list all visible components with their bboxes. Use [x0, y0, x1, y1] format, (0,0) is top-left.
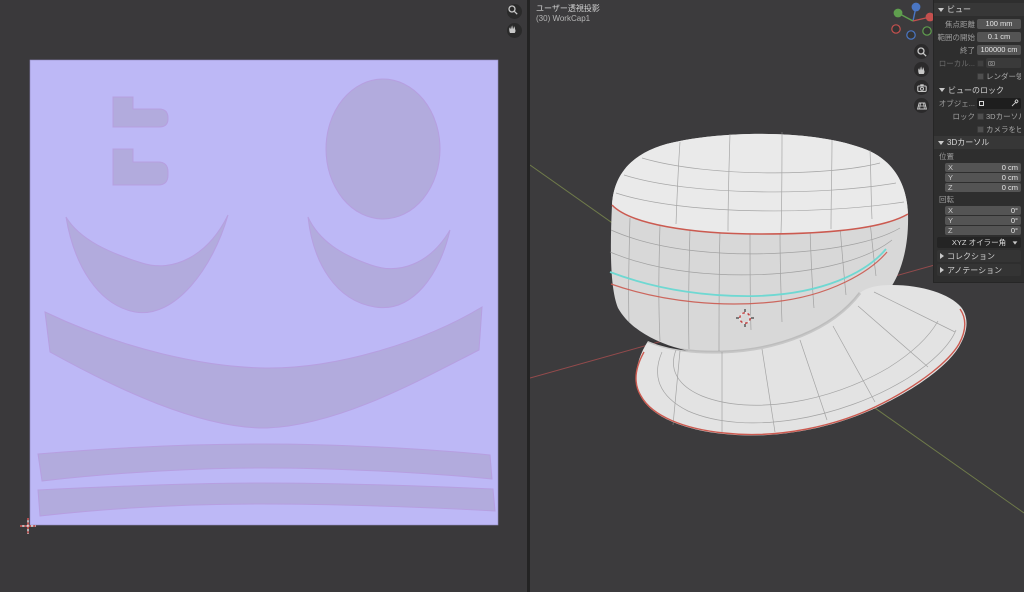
render-region-label: レンダー領域 — [986, 71, 1021, 82]
perspective-grid-icon[interactable] — [914, 98, 929, 113]
cap-model[interactable] — [610, 132, 967, 436]
chevron-down-icon — [1013, 241, 1018, 244]
clip-end-field[interactable]: 100000 cm — [977, 45, 1021, 55]
lock-label: ロック — [937, 111, 975, 122]
gizmo-z-axis[interactable] — [912, 3, 921, 12]
camera-to-view-label: カメラをビ... — [986, 124, 1021, 135]
rotation-order-dropdown[interactable]: XYZ オイラー角 — [937, 237, 1021, 248]
cursor-rotation-y[interactable]: Y0° — [945, 216, 1021, 225]
local-camera-label: ローカル... — [937, 58, 975, 69]
gizmo-y-neg[interactable] — [923, 27, 931, 35]
sidebar-panel: ビュー 焦点距離 100 mm 範囲の開始 0.1 cm 終了 100000 c… — [933, 0, 1024, 283]
view-lock-label: ビューのロック — [948, 85, 1004, 96]
location-label: 位置 — [939, 151, 1021, 162]
local-camera-row: ローカル... — [937, 57, 1021, 69]
render-region-row: レンダー領域 — [937, 70, 1021, 82]
uv-canvas[interactable] — [0, 0, 527, 592]
gizmo-z-neg[interactable] — [907, 31, 915, 39]
eyedropper-icon[interactable] — [1011, 99, 1019, 107]
cap-crown-top — [612, 134, 908, 234]
view-section-label: ビュー — [947, 4, 971, 15]
lock-object-label: オブジェ... — [937, 98, 975, 109]
clip-end-label: 終了 — [937, 45, 975, 56]
caret-right-icon — [940, 267, 944, 273]
uv-island-crown-top[interactable] — [326, 79, 440, 219]
camera-to-view-row: カメラをビ... — [937, 123, 1021, 135]
uv-editor[interactable] — [0, 0, 527, 592]
local-camera-checkbox[interactable] — [977, 60, 984, 67]
lock-object-row: オブジェ... — [937, 97, 1021, 109]
render-region-checkbox[interactable] — [977, 73, 984, 80]
zoom-icon[interactable] — [914, 44, 929, 59]
focal-length-row: 焦点距離 100 mm — [937, 18, 1021, 30]
clip-end-row: 終了 100000 cm — [937, 44, 1021, 56]
cursor-location-y[interactable]: Y0 cm — [945, 173, 1021, 182]
local-camera-field[interactable] — [986, 58, 1021, 68]
cursor-location-group: X0 cm Y0 cm Z0 cm — [945, 163, 1021, 192]
rotation-label: 回転 — [939, 194, 1021, 205]
panel-section-3d-cursor[interactable]: 3Dカーソル — [934, 136, 1024, 149]
clip-start-label: 範囲の開始 — [937, 32, 975, 43]
lock-object-field[interactable] — [977, 98, 1021, 109]
panel-section-collections[interactable]: コレクション — [937, 250, 1021, 262]
cursor-rotation-group: X0° Y0° Z0° — [945, 206, 1021, 235]
cursor-rotation-z[interactable]: Z0° — [945, 226, 1021, 235]
caret-down-icon — [938, 8, 944, 12]
annotations-label: アノテーション — [947, 265, 1002, 276]
camera-to-view-checkbox[interactable] — [977, 126, 984, 133]
camera-icon — [988, 60, 995, 66]
gizmo-y-axis[interactable] — [894, 9, 903, 18]
clip-start-field[interactable]: 0.1 cm — [977, 32, 1021, 42]
caret-right-icon — [940, 253, 944, 259]
lock-3d-cursor-row: ロック 3Dカーソル... — [937, 110, 1021, 122]
rotation-order-value: XYZ オイラー角 — [952, 237, 1006, 248]
zoom-icon[interactable] — [507, 4, 522, 19]
lock-3d-cursor-checkbox[interactable] — [977, 113, 984, 120]
lock-3d-cursor-label: 3Dカーソル... — [986, 111, 1021, 122]
panel-section-annotations[interactable]: アノテーション — [937, 264, 1021, 276]
panel-section-view[interactable]: ビュー — [934, 3, 1024, 16]
gizmo-x-neg[interactable] — [892, 25, 900, 33]
navigation-gizmo[interactable] — [892, 3, 935, 40]
pan-icon[interactable] — [507, 23, 522, 38]
cursor-section-label: 3Dカーソル — [947, 137, 989, 148]
3d-viewport[interactable]: ユーザー透視投影 (30) WorkCap1 ビュー 焦点距離 100 mm — [530, 0, 1024, 592]
cursor-rotation-x[interactable]: X0° — [945, 206, 1021, 215]
collections-label: コレクション — [947, 251, 995, 262]
blender-window: ユーザー透視投影 (30) WorkCap1 ビュー 焦点距離 100 mm — [0, 0, 1024, 592]
focal-length-label: 焦点距離 — [937, 19, 975, 30]
object-icon — [979, 101, 984, 106]
caret-down-icon — [938, 141, 944, 145]
caret-down-icon — [939, 88, 945, 92]
cursor-location-z[interactable]: Z0 cm — [945, 183, 1021, 192]
panel-subsection-view-lock[interactable]: ビューのロック — [939, 84, 1021, 96]
focal-length-field[interactable]: 100 mm — [977, 19, 1021, 29]
cursor-location-x[interactable]: X0 cm — [945, 163, 1021, 172]
camera-icon[interactable] — [914, 80, 929, 95]
pan-icon[interactable] — [914, 62, 929, 77]
clip-start-row: 範囲の開始 0.1 cm — [937, 31, 1021, 43]
